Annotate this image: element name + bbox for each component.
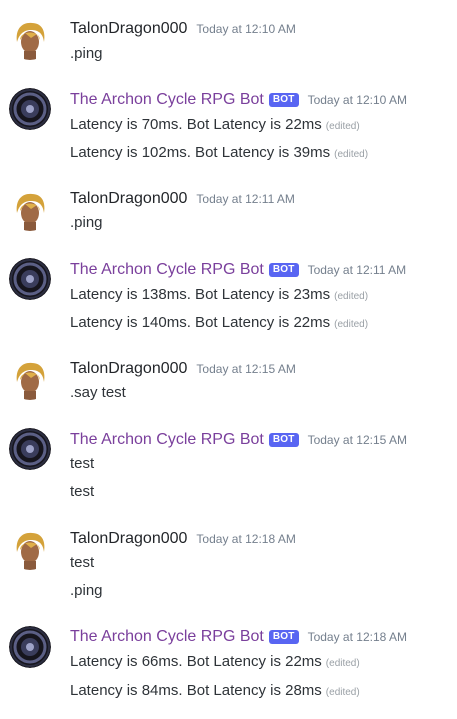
user-avatar[interactable]	[9, 358, 51, 400]
bot-badge: BOT	[268, 93, 299, 107]
bot-avatar[interactable]	[9, 88, 51, 130]
user-avatar[interactable]	[9, 18, 51, 60]
message-content: Latency is 138ms. Bot Latency is 23ms	[70, 286, 331, 303]
edited-label: (edited)	[334, 319, 369, 330]
message-timestamp: Today at 12:10 AM	[196, 22, 296, 36]
bot-badge: BOT	[268, 630, 299, 644]
message-content: .ping	[70, 45, 103, 62]
message-timestamp: Today at 12:10 AM	[307, 93, 407, 107]
message-content: test	[70, 554, 95, 571]
message-text: .ping	[70, 44, 103, 64]
message-text: .say test	[70, 383, 126, 403]
message-text: Latency is 66ms. Bot Latency is 22ms (edi…	[70, 652, 360, 674]
message-text: Latency is 70ms. Bot Latency is 22ms (edi…	[70, 115, 360, 137]
author-name[interactable]: The Archon Cycle RPG Bot	[70, 431, 264, 449]
edited-label: (edited)	[325, 121, 360, 132]
message-content: .ping	[70, 214, 103, 231]
bot-badge: BOT	[268, 263, 299, 277]
bot-avatar[interactable]	[9, 428, 51, 470]
author-name[interactable]: TalonDragon000	[70, 530, 187, 548]
message-text: Latency is 102ms. Bot Latency is 39ms (ed…	[70, 143, 368, 165]
message-content: Latency is 140ms. Bot Latency is 22ms	[70, 314, 331, 331]
message-content: .say test	[70, 384, 126, 401]
message-timestamp: Today at 12:18 AM	[196, 532, 296, 546]
message-text: .ping	[70, 581, 103, 601]
bot-avatar[interactable]	[9, 626, 51, 668]
message-content: Latency is 70ms. Bot Latency is 22ms	[70, 116, 322, 133]
message-text: test	[70, 553, 94, 573]
edited-label: (edited)	[334, 149, 369, 160]
message-content: test	[70, 455, 95, 472]
bot-badge: BOT	[268, 433, 299, 447]
edited-label: (edited)	[325, 687, 360, 698]
message-content: test	[70, 483, 95, 500]
message-text: Latency is 140ms. Bot Latency is 22ms (ed…	[70, 313, 368, 335]
message-content: Latency is 102ms. Bot Latency is 39ms	[70, 144, 331, 161]
message-content: Latency is 66ms. Bot Latency is 22ms	[70, 653, 322, 670]
message-timestamp: Today at 12:11 AM	[196, 192, 295, 206]
message-text: test	[70, 454, 94, 474]
edited-label: (edited)	[325, 658, 360, 669]
message-content: Latency is 84ms. Bot Latency is 28ms	[70, 682, 322, 699]
message-timestamp: Today at 12:18 AM	[307, 630, 407, 644]
author-name[interactable]: TalonDragon000	[70, 360, 187, 378]
edited-label: (edited)	[334, 291, 369, 302]
author-name[interactable]: TalonDragon000	[70, 20, 187, 38]
author-name[interactable]: The Archon Cycle RPG Bot	[70, 261, 264, 279]
message-content: .ping	[70, 582, 103, 599]
message-timestamp: Today at 12:15 AM	[196, 362, 296, 376]
message-timestamp: Today at 12:11 AM	[307, 263, 407, 277]
message-text: test	[70, 482, 94, 502]
author-name[interactable]: The Archon Cycle RPG Bot	[70, 91, 264, 109]
author-name[interactable]: TalonDragon000	[70, 190, 187, 208]
message-text: Latency is 84ms. Bot Latency is 28ms (edi…	[70, 681, 360, 703]
message-text: Latency is 138ms. Bot Latency is 23ms (ed…	[70, 285, 368, 307]
message-text: .ping	[70, 213, 103, 233]
user-avatar[interactable]	[9, 189, 51, 231]
bot-avatar[interactable]	[9, 258, 51, 300]
user-avatar[interactable]	[9, 528, 51, 570]
author-name[interactable]: The Archon Cycle RPG Bot	[70, 628, 264, 646]
message-timestamp: Today at 12:15 AM	[307, 433, 407, 447]
